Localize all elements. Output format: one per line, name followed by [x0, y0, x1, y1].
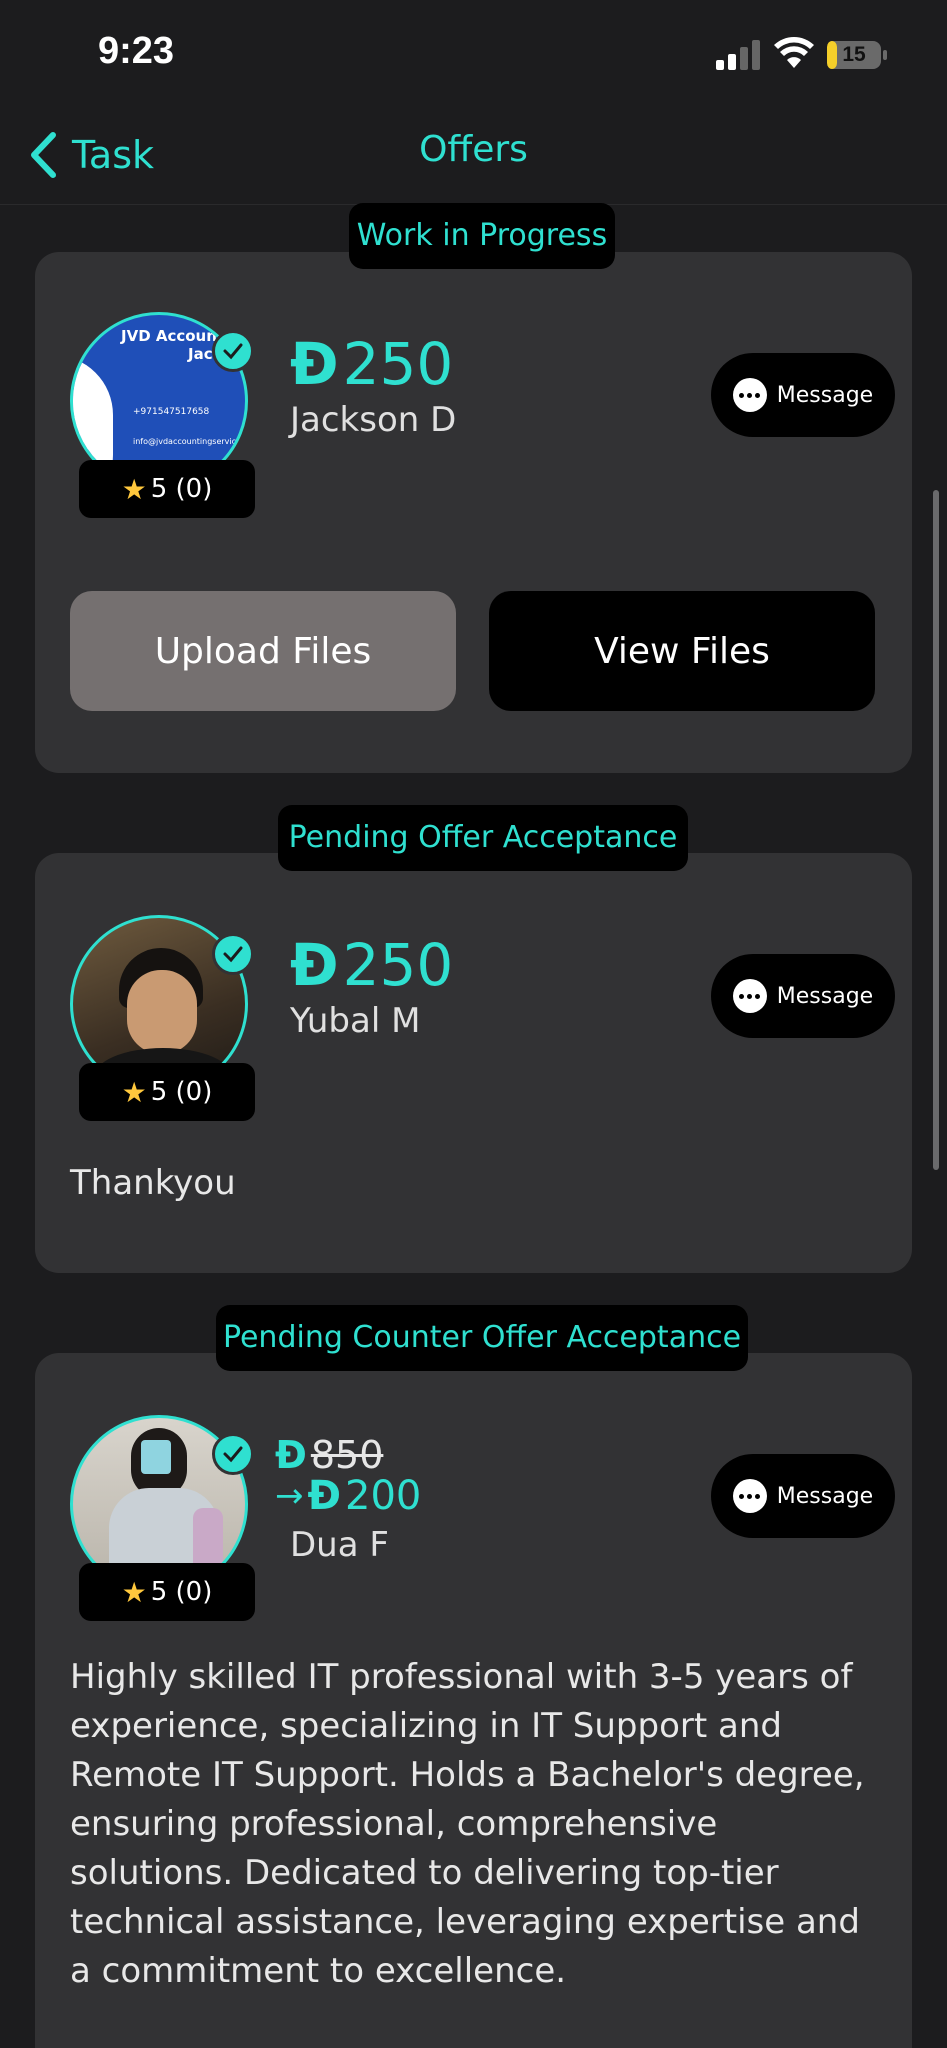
verified-check-icon	[212, 330, 254, 372]
offer-card: ★ 5 (0) Đ 850 → Đ 200 Dua F Message High…	[35, 1353, 912, 2048]
currency-symbol: Đ	[307, 1473, 342, 1519]
rating-badge: ★ 5 (0)	[79, 1063, 255, 1121]
message-label: Message	[776, 983, 874, 1009]
view-files-button[interactable]: View Files	[489, 591, 875, 711]
offer-card: ★ 5 (0) Đ 250 Yubal M Message Thankyou	[35, 853, 912, 1273]
currency-symbol: Đ	[275, 1433, 307, 1477]
rating-value: 5 (0)	[150, 1577, 213, 1607]
status-badge: Pending Counter Offer Acceptance	[216, 1305, 748, 1371]
page-title: Offers	[419, 129, 528, 170]
cellular-signal-icon	[716, 40, 760, 70]
provider-avatar-block[interactable]: ★ 5 (0)	[70, 915, 255, 1121]
chat-bubble-icon	[732, 1479, 767, 1513]
provider-name: Jackson D	[290, 400, 457, 440]
message-label: Message	[776, 1483, 874, 1509]
star-icon: ★	[121, 1575, 147, 1609]
avatar-logo-text: JVD Accoun	[121, 327, 217, 345]
message-button[interactable]: Message	[711, 954, 895, 1038]
provider-avatar-block[interactable]: JVD Accoun Jac +971547517658 info@jvdacc…	[70, 312, 255, 518]
wifi-icon	[774, 37, 814, 68]
rating-value: 5 (0)	[150, 1077, 213, 1107]
offer-description: Highly skilled IT professional with 3-5 …	[70, 1657, 865, 1991]
original-price-value: 850	[310, 1433, 384, 1477]
avatar-email-text: info@jvdaccountingservice	[133, 437, 241, 446]
offer-note: Thankyou	[70, 1163, 236, 1203]
message-button[interactable]: Message	[711, 1454, 895, 1538]
star-icon: ★	[121, 1075, 147, 1109]
offer-card: JVD Accoun Jac +971547517658 info@jvdacc…	[35, 252, 912, 773]
price-value: 250	[342, 931, 454, 999]
status-badge: Work in Progress	[349, 203, 615, 269]
scrollbar[interactable]	[933, 490, 939, 1170]
avatar-phone-text: +971547517658	[133, 407, 210, 417]
status-time: 9:23	[98, 30, 175, 72]
status-badge: Pending Offer Acceptance	[278, 805, 688, 871]
message-label: Message	[776, 382, 874, 408]
provider-name: Dua F	[290, 1525, 389, 1565]
price-value: 250	[342, 330, 454, 398]
chat-bubble-icon	[732, 979, 767, 1013]
rating-badge: ★ 5 (0)	[79, 460, 255, 518]
currency-symbol: Đ	[290, 330, 339, 398]
chat-bubble-icon	[732, 378, 767, 412]
arrow-right-icon: →	[275, 1476, 304, 1516]
status-bar: 9:23 15	[0, 0, 947, 105]
original-price: Đ 850	[275, 1433, 383, 1477]
counter-price-value: 200	[345, 1473, 422, 1519]
verified-check-icon	[212, 933, 254, 975]
rating-value: 5 (0)	[150, 474, 213, 504]
currency-symbol: Đ	[290, 931, 339, 999]
verified-check-icon	[212, 1433, 254, 1475]
battery-level: 15	[842, 43, 866, 66]
rating-badge: ★ 5 (0)	[79, 1563, 255, 1621]
counter-price: → Đ 200	[275, 1473, 421, 1519]
provider-name: Yubal M	[290, 1001, 421, 1041]
offer-price: Đ 250	[290, 931, 453, 999]
upload-files-button[interactable]: Upload Files	[70, 591, 456, 711]
provider-avatar-block[interactable]: ★ 5 (0)	[70, 1415, 255, 1621]
message-button[interactable]: Message	[711, 353, 895, 437]
offer-price: Đ 250	[290, 330, 453, 398]
navigation-bar: Task Offers	[0, 105, 947, 205]
battery-icon: 15	[826, 40, 888, 70]
avatar-logo-text-2: Jac	[188, 345, 213, 363]
star-icon: ★	[121, 472, 147, 506]
